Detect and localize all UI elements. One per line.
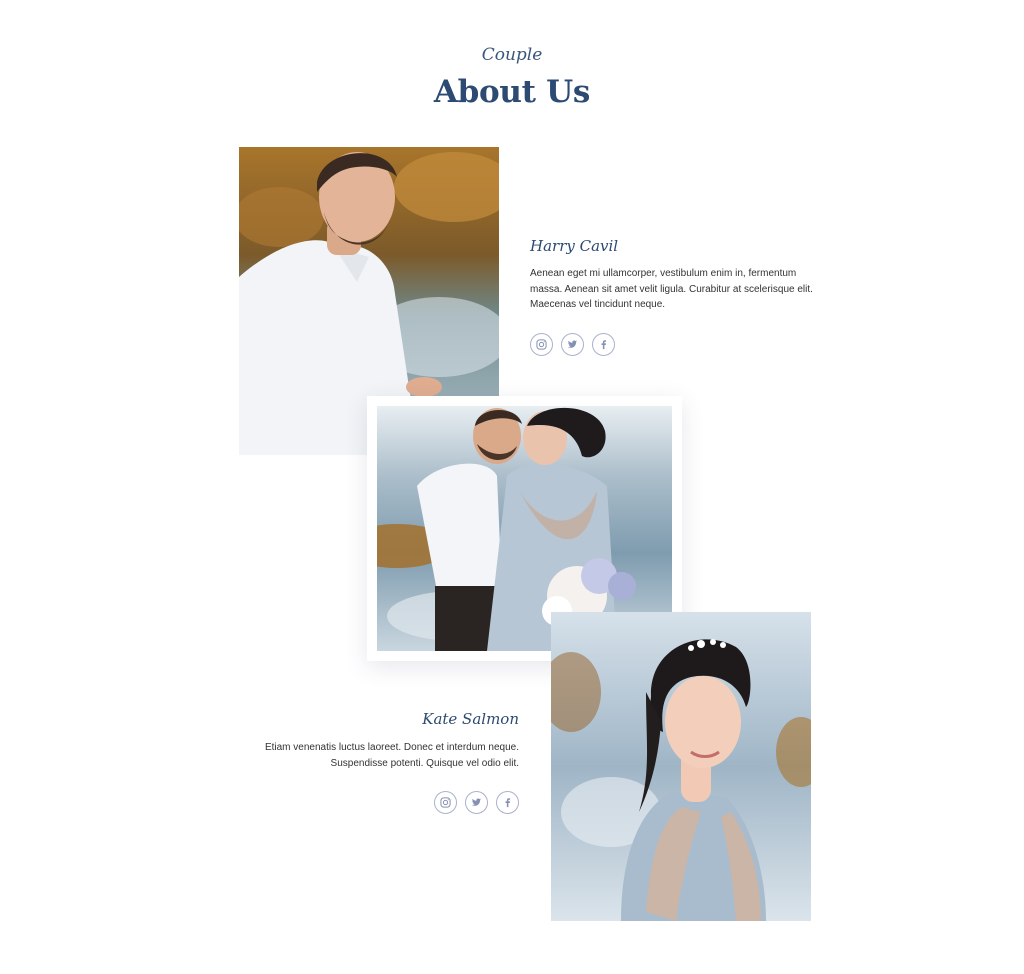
instagram-icon: [440, 797, 451, 808]
facebook-link[interactable]: [592, 333, 615, 356]
twitter-link[interactable]: [561, 333, 584, 356]
facebook-link[interactable]: [496, 791, 519, 814]
section-title: About Us: [433, 74, 591, 110]
instagram-link[interactable]: [434, 791, 457, 814]
bride-social-links: [434, 791, 519, 814]
groom-social-links: [530, 333, 615, 356]
bride-name: Kate Salmon: [422, 710, 519, 728]
section-eyebrow: Couple: [481, 45, 543, 65]
facebook-icon: [505, 798, 511, 808]
facebook-icon: [601, 340, 607, 350]
twitter-icon: [471, 798, 482, 806]
groom-bio: Aenean eget mi ullamcorper, vestibulum e…: [530, 268, 813, 310]
bride-photo: [551, 612, 811, 921]
instagram-icon: [536, 339, 547, 350]
twitter-icon: [567, 340, 578, 348]
groom-name: Harry Cavil: [530, 237, 619, 255]
instagram-link[interactable]: [530, 333, 553, 356]
twitter-link[interactable]: [465, 791, 488, 814]
bride-bio: Etiam venenatis luctus laoreet. Donec et…: [264, 742, 519, 769]
